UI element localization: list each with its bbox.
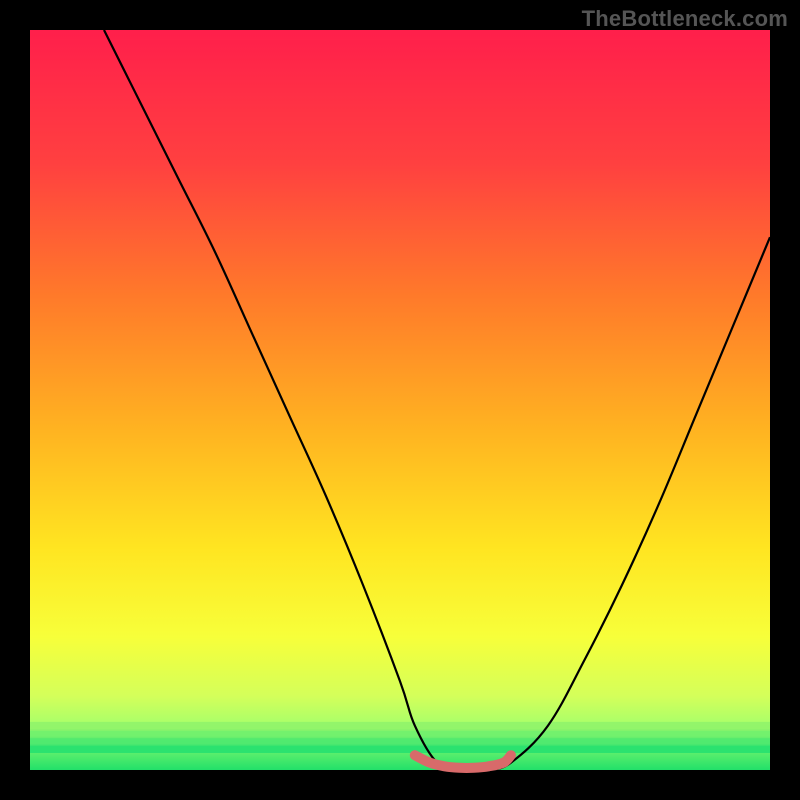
- plot-background: [30, 30, 770, 770]
- optimal-green-bands: [30, 722, 770, 753]
- bottleneck-chart: [0, 0, 800, 800]
- chart-frame: TheBottleneck.com: [0, 0, 800, 800]
- watermark-text: TheBottleneck.com: [582, 6, 788, 32]
